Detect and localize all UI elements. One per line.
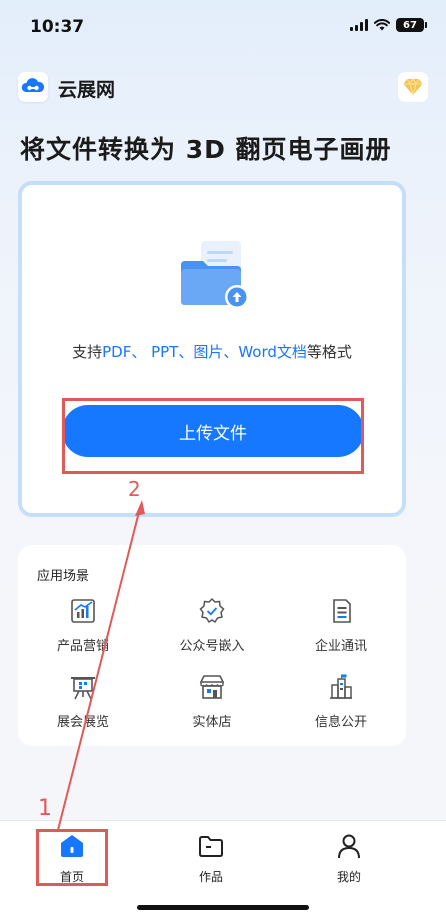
scene-information-disclosure[interactable]: 信息公开	[286, 673, 396, 730]
document-icon	[333, 599, 351, 623]
folder-upload-icon	[177, 235, 257, 315]
chart-icon	[71, 599, 95, 623]
tab-works[interactable]: 作品	[171, 833, 251, 885]
annotation-label-1: 1	[38, 796, 52, 821]
battery-icon: 67	[396, 18, 427, 32]
annotation-box-2	[62, 398, 364, 474]
scenes-title: 应用场景	[37, 569, 90, 584]
easel-icon	[71, 677, 95, 700]
scene-product-marketing[interactable]: 产品营销	[28, 597, 138, 654]
building-icon	[330, 674, 352, 699]
home-indicator	[137, 905, 309, 910]
app-name: 云展网	[58, 79, 116, 101]
status-bar: 10:37 67	[0, 0, 446, 54]
app-header: 云展网	[18, 70, 428, 104]
vip-diamond-icon[interactable]	[398, 72, 428, 102]
store-icon	[199, 675, 225, 699]
wifi-icon	[374, 19, 390, 31]
application-scenes-card: 应用场景 产品营销 公众号嵌入 企业通讯 展会展览 实体店 信息公开	[18, 545, 406, 746]
status-icons: 67	[350, 18, 427, 32]
scene-corporate-newsletter[interactable]: 企业通讯	[286, 597, 396, 654]
status-time: 10:37	[30, 17, 85, 37]
tab-profile[interactable]: 我的	[309, 833, 389, 885]
signal-icon	[350, 19, 368, 31]
annotation-box-1	[36, 829, 108, 886]
folder-icon	[199, 836, 223, 857]
user-icon	[338, 834, 360, 859]
badge-check-icon	[199, 597, 225, 624]
app-logo-icon	[18, 72, 48, 102]
annotation-label-2: 2	[128, 477, 141, 501]
scene-exhibition[interactable]: 展会展览	[28, 673, 138, 730]
scene-physical-store[interactable]: 实体店	[157, 673, 267, 730]
page-title: 将文件转换为 3D 翻页电子画册	[20, 135, 392, 164]
supported-formats-text: 支持PDF、 PPT、图片、Word文档等格式	[72, 343, 352, 361]
scene-wechat-embed[interactable]: 公众号嵌入	[157, 597, 267, 654]
